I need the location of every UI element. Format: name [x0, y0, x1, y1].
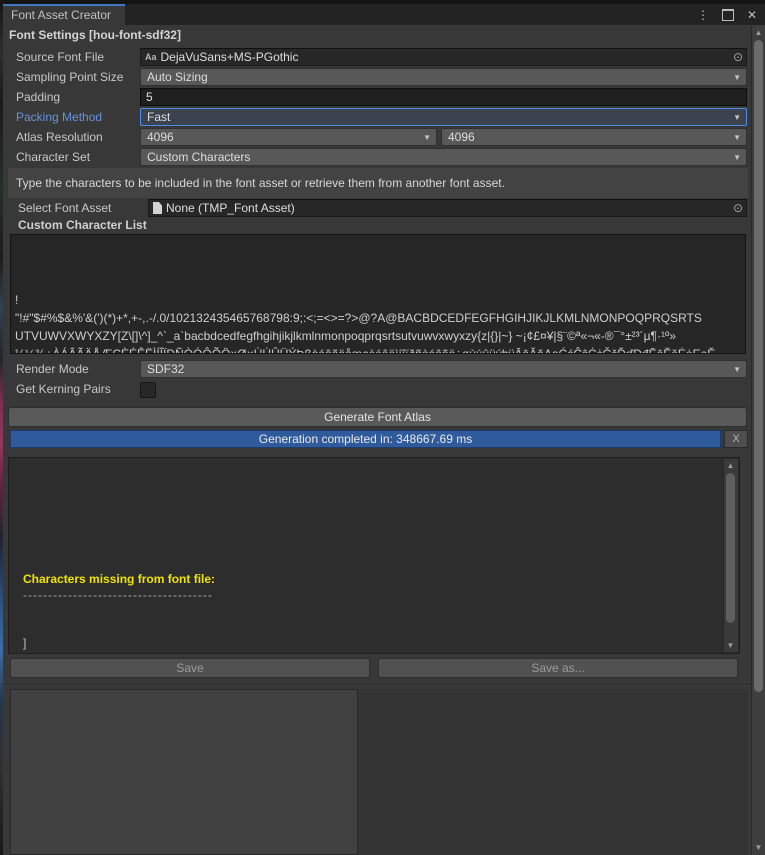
character-line: ¼½¾¿ÀÁÂÃÄÅÆÇÈÉÊËÌÍÎÏÐÑÒÓÔÕÖ×Ø×ÙÚÛÜÝÞßàáâ…	[15, 345, 741, 354]
chevron-down-icon: ▼	[733, 133, 741, 143]
close-icon[interactable]: ✕	[747, 8, 757, 22]
missing-char-row: ID: 10Hex: AChar [	[23, 619, 717, 635]
atlas-resolution-label: Atlas Resolution	[16, 128, 103, 146]
progress-close-button[interactable]: X	[724, 430, 748, 448]
get-kerning-pairs-checkbox[interactable]	[140, 382, 156, 398]
render-mode-dropdown[interactable]: SDF32 ▼	[140, 360, 747, 378]
object-picker-icon[interactable]: ⊙	[733, 49, 743, 65]
character-set-value: Custom Characters	[147, 150, 250, 164]
padding-input[interactable]: 5	[140, 88, 747, 106]
character-set-dropdown[interactable]: Custom Characters ▼	[140, 148, 747, 166]
missing-char-row-continuation: ]	[23, 635, 717, 651]
character-line	[15, 273, 741, 291]
character-line: UTVUWVXWYXZY[Z\[]\^]_^`_a`bacbdcedfegfhg…	[15, 327, 741, 345]
save-as-button[interactable]: Save as...	[378, 658, 738, 678]
character-set-label: Character Set	[16, 148, 90, 166]
atlas-width-value: 4096	[147, 130, 174, 144]
custom-character-list-textarea[interactable]: ! "!#"$#%$&%'&(')(*)+*,+-,.-/.0/10213243…	[10, 234, 746, 354]
source-font-file-value: DejaVuSans+MS-PGothic	[161, 49, 299, 65]
chevron-down-icon: ▼	[733, 73, 741, 83]
scroll-up-icon[interactable]: ▲	[724, 461, 737, 470]
preview-background	[358, 689, 748, 855]
page-title: Font Settings [hou-font-sdf32]	[9, 28, 181, 42]
separator-line: --------------------------------------	[23, 587, 717, 603]
chevron-down-icon: ▼	[733, 113, 741, 123]
atlas-width-dropdown[interactable]: 4096 ▼	[140, 128, 437, 146]
select-font-asset-label: Select Font Asset	[18, 199, 111, 217]
help-text: Type the characters to be included in th…	[8, 168, 748, 198]
sampling-point-size-dropdown[interactable]: Auto Sizing ▼	[140, 68, 747, 86]
generation-progress-bar: Generation completed in: 348667.69 ms	[10, 430, 721, 448]
padding-value: 5	[146, 90, 153, 104]
packing-method-value: Fast	[147, 110, 170, 124]
sampling-point-size-value: Auto Sizing	[147, 70, 208, 84]
generate-font-atlas-button[interactable]: Generate Font Atlas	[8, 407, 747, 427]
font-asset-icon: Aa	[145, 49, 157, 65]
render-mode-label: Render Mode	[16, 360, 89, 378]
packing-method-dropdown[interactable]: Fast ▼	[140, 108, 747, 126]
scroll-down-icon[interactable]: ▼	[724, 641, 737, 650]
scroll-down-icon[interactable]: ▼	[752, 843, 765, 852]
save-button[interactable]: Save	[10, 658, 370, 678]
select-font-asset-value: None (TMP_Font Asset)	[166, 200, 295, 216]
packing-method-label: Packing Method	[16, 108, 102, 126]
chevron-down-icon: ▼	[733, 153, 741, 163]
output-scrollbar[interactable]: ▲ ▼	[723, 459, 738, 652]
missing-header: Characters missing from font file:	[23, 571, 717, 587]
select-font-asset-field[interactable]: None (TMP_Font Asset) ⊙	[148, 199, 747, 217]
maximize-icon[interactable]	[722, 9, 734, 21]
get-kerning-pairs-label: Get Kerning Pairs	[16, 380, 111, 398]
window-controls: ⋮ ✕	[697, 6, 757, 24]
main-scrollbar[interactable]: ▲ ▼	[751, 25, 765, 855]
atlas-preview-panel	[10, 689, 358, 855]
generation-output-panel: Font: DejaVu Sans Style: Book Point Size…	[8, 457, 740, 654]
window-left-edge	[0, 0, 3, 855]
object-picker-icon[interactable]: ⊙	[733, 200, 743, 216]
window-menu-icon[interactable]: ⋮	[697, 8, 709, 22]
tab-label: Font Asset Creator	[11, 8, 111, 22]
chevron-down-icon: ▼	[423, 133, 431, 143]
render-mode-value: SDF32	[147, 362, 184, 376]
padding-label: Padding	[16, 88, 60, 106]
sampling-point-size-label: Sampling Point Size	[16, 68, 123, 86]
missing-char-row: ID: 9Hex: 9Char [ ]	[23, 603, 717, 619]
output-scrollbar-thumb[interactable]	[726, 473, 735, 623]
source-font-file-field[interactable]: Aa DejaVuSans+MS-PGothic ⊙	[140, 48, 747, 66]
character-line: !	[15, 291, 741, 309]
chevron-down-icon: ▼	[733, 365, 741, 375]
character-line	[15, 255, 741, 273]
font-asset-creator-window: Font Asset Creator ⋮ ✕ Font Settings [ho…	[0, 0, 765, 855]
scroll-up-icon[interactable]: ▲	[752, 28, 765, 37]
character-line	[15, 237, 741, 255]
character-line: "!#"$#%$&%'&(')(*)+*,+-,.-/.0/1021324354…	[15, 309, 741, 327]
tab-font-asset-creator[interactable]: Font Asset Creator	[3, 4, 125, 25]
atlas-height-dropdown[interactable]: 4096 ▼	[441, 128, 747, 146]
tab-bar: Font Asset Creator ⋮ ✕	[3, 4, 765, 25]
missing-char-row: ID: 11Hex: BChar Π	[23, 651, 717, 654]
source-font-file-label: Source Font File	[16, 48, 104, 66]
section-divider	[3, 684, 751, 686]
custom-character-list-label: Custom Character List	[18, 218, 147, 232]
main-scrollbar-thumb[interactable]	[754, 40, 763, 692]
output-text: Font: DejaVu Sans Style: Book Point Size…	[23, 463, 717, 654]
document-icon	[153, 202, 162, 214]
atlas-height-value: 4096	[448, 130, 475, 144]
